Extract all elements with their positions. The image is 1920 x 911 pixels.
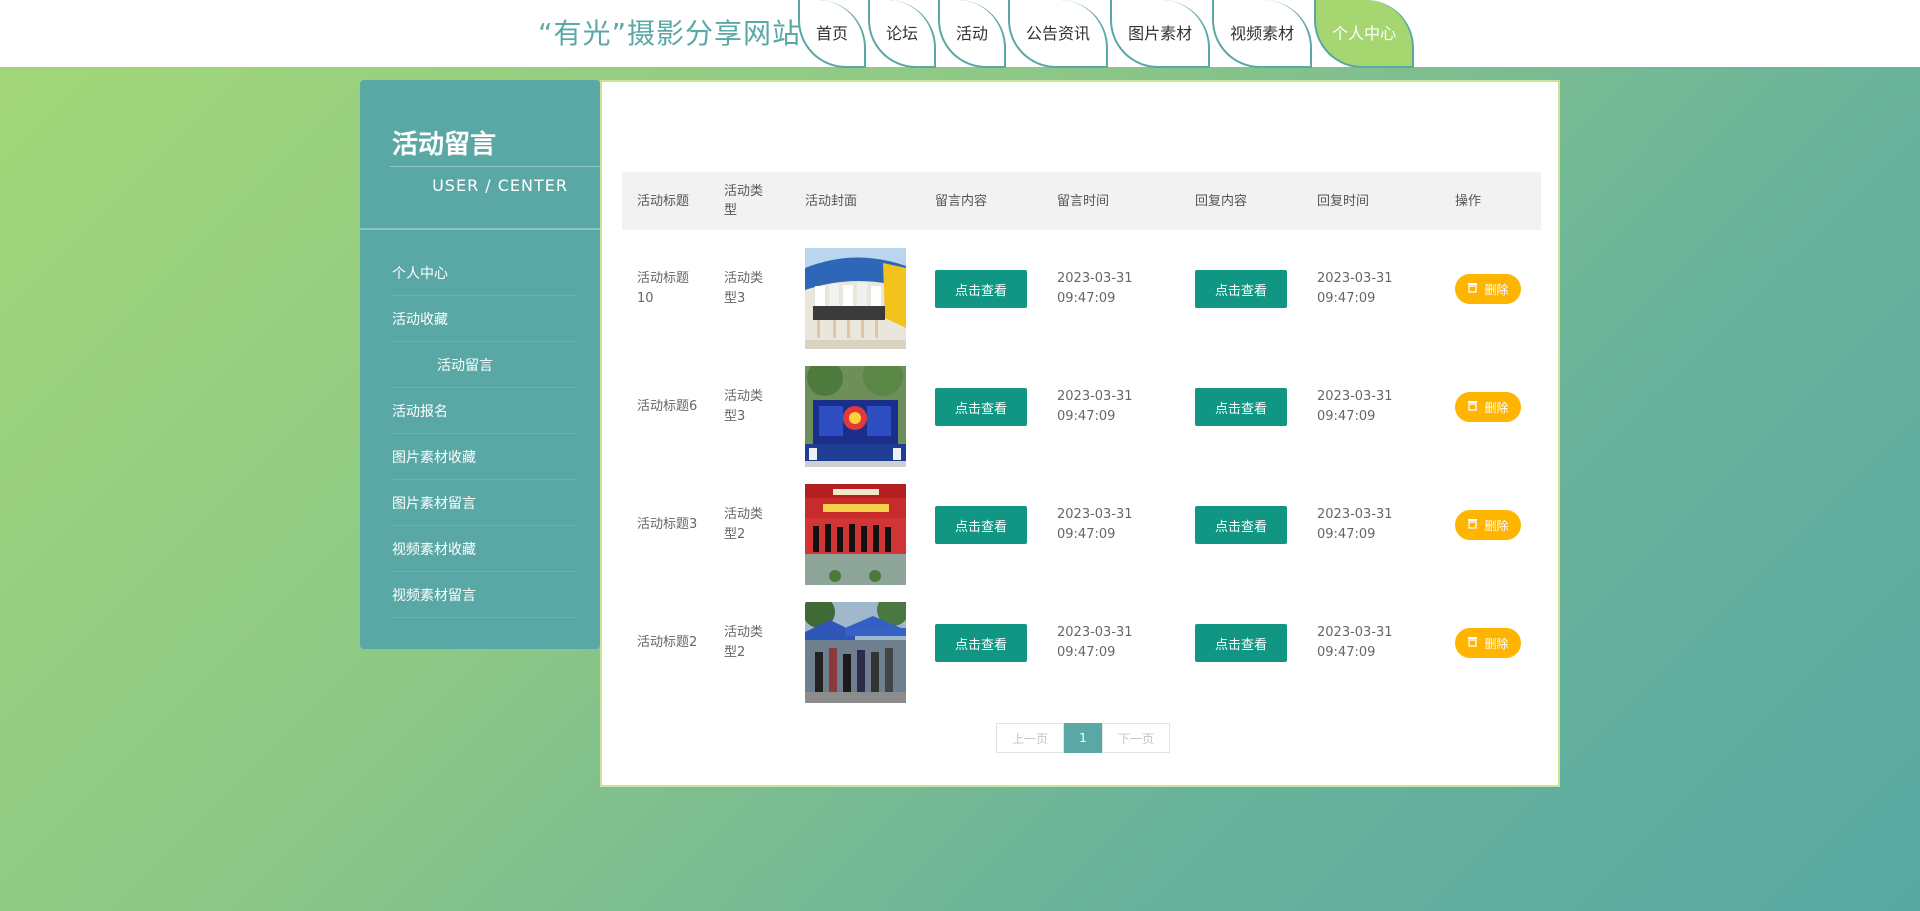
main-panel: 活动标题 活动类型 活动封面 留言内容 留言时间 回复内容 回复时间 操作 活动… xyxy=(600,80,1560,787)
cell-reply-time: 2023-03-31 09:47:09 xyxy=(1317,625,1393,660)
cell-title: 活动标题10 xyxy=(637,271,690,306)
activity-cover-image[interactable] xyxy=(805,602,906,703)
nav-user-center[interactable]: 个人中心 xyxy=(1314,0,1415,68)
table-header: 活动标题 活动类型 活动封面 留言内容 留言时间 回复内容 回复时间 操作 xyxy=(622,172,1541,230)
header-type: 活动类型 xyxy=(724,184,764,218)
cell-title: 活动标题2 xyxy=(637,635,698,650)
sidebar-item-activity-messages[interactable]: 活动留言 xyxy=(392,342,578,388)
nav-activity[interactable]: 活动 xyxy=(938,0,1007,68)
divider xyxy=(360,228,600,230)
performance-banner-photo xyxy=(805,484,906,585)
sidebar-subtitle: USER / CENTER xyxy=(432,176,568,195)
trash-icon xyxy=(1467,282,1478,296)
cell-message-time: 2023-03-31 09:47:09 xyxy=(1057,507,1133,542)
header-actions: 操作 xyxy=(1455,193,1482,209)
view-message-button[interactable]: 点击查看 xyxy=(935,270,1027,308)
sidebar-item-user-center[interactable]: 个人中心 xyxy=(392,250,578,296)
sidebar-menu: 个人中心 活动收藏 活动留言 活动报名 图片素材收藏 图片素材留言 视频素材收藏… xyxy=(360,250,600,618)
delete-label: 删除 xyxy=(1484,518,1509,533)
header-message: 留言内容 xyxy=(935,193,988,209)
view-reply-button[interactable]: 点击查看 xyxy=(1195,624,1287,662)
table-row: 活动标题3 活动类型2 点击查看 2023-03-31 09:47:09 点击查… xyxy=(622,466,1541,585)
header-cover: 活动封面 xyxy=(805,193,858,209)
cell-title: 活动标题3 xyxy=(637,517,698,532)
cell-message-time: 2023-03-31 09:47:09 xyxy=(1057,389,1133,424)
header-title: 活动标题 xyxy=(637,193,690,209)
cell-type: 活动类型2 xyxy=(724,625,764,660)
students-dancing-photo xyxy=(805,248,906,349)
activity-cover-image[interactable] xyxy=(805,248,906,349)
delete-label: 删除 xyxy=(1484,282,1509,297)
nav-label: 活动 xyxy=(956,24,989,43)
top-bar: “有光”摄影分享网站 首页 论坛 活动 公告资讯 图片素材 视频素材 个人中心 xyxy=(0,0,1920,68)
divider xyxy=(390,166,600,167)
nav-label: 公告资讯 xyxy=(1026,24,1091,43)
header-message-time: 留言时间 xyxy=(1057,193,1110,209)
nav-image-materials[interactable]: 图片素材 xyxy=(1110,0,1211,68)
sidebar-item-activity-signup[interactable]: 活动报名 xyxy=(392,388,578,434)
cell-type: 活动类型3 xyxy=(724,271,764,306)
nav-label: 图片素材 xyxy=(1128,24,1193,43)
activity-cover-image[interactable] xyxy=(805,484,906,585)
sidebar-item-image-favorites[interactable]: 图片素材收藏 xyxy=(392,434,578,480)
sidebar-item-video-messages[interactable]: 视频素材留言 xyxy=(392,572,578,618)
main-nav: 首页 论坛 活动 公告资讯 图片素材 视频素材 个人中心 xyxy=(798,0,1416,68)
trash-icon xyxy=(1467,636,1478,650)
trash-icon xyxy=(1467,518,1478,532)
nav-label: 个人中心 xyxy=(1332,24,1397,43)
nav-video-materials[interactable]: 视频素材 xyxy=(1212,0,1313,68)
delete-button[interactable]: 删除 xyxy=(1455,510,1521,540)
cell-reply-time: 2023-03-31 09:47:09 xyxy=(1317,507,1393,542)
activity-cover-image[interactable] xyxy=(805,366,906,467)
view-reply-button[interactable]: 点击查看 xyxy=(1195,270,1287,308)
delete-label: 删除 xyxy=(1484,636,1509,651)
view-message-button[interactable]: 点击查看 xyxy=(935,388,1027,426)
sidebar-title: 活动留言 xyxy=(392,130,497,160)
nav-news[interactable]: 公告资讯 xyxy=(1008,0,1109,68)
delete-label: 删除 xyxy=(1484,400,1509,415)
page-number-button[interactable]: 1 xyxy=(1064,723,1102,753)
nav-label: 首页 xyxy=(816,24,849,43)
site-title[interactable]: “有光”摄影分享网站 xyxy=(538,12,801,52)
cell-type: 活动类型2 xyxy=(724,507,764,542)
stage-event-photo xyxy=(805,366,906,467)
view-reply-button[interactable]: 点击查看 xyxy=(1195,388,1287,426)
pagination: 上一页 1 下一页 xyxy=(996,723,1170,753)
view-message-button[interactable]: 点击查看 xyxy=(935,506,1027,544)
sidebar-item-image-messages[interactable]: 图片素材留言 xyxy=(392,480,578,526)
sidebar: 活动留言 USER / CENTER 个人中心 活动收藏 活动留言 活动报名 图… xyxy=(360,80,600,649)
nav-label: 视频素材 xyxy=(1230,24,1295,43)
table-row: 活动标题6 活动类型3 点击查看 2023-03-31 09:47:09 点击查… xyxy=(622,348,1541,467)
header-reply-time: 回复时间 xyxy=(1317,193,1370,209)
view-reply-button[interactable]: 点击查看 xyxy=(1195,506,1287,544)
cell-message-time: 2023-03-31 09:47:09 xyxy=(1057,271,1133,306)
cell-type: 活动类型3 xyxy=(724,389,764,424)
nav-home[interactable]: 首页 xyxy=(798,0,867,68)
cell-reply-time: 2023-03-31 09:47:09 xyxy=(1317,271,1393,306)
cell-message-time: 2023-03-31 09:47:09 xyxy=(1057,625,1133,660)
table-row: 活动标题2 活动类型2 点击查看 2023-03-31 09:47:09 点击查… xyxy=(622,584,1541,703)
delete-button[interactable]: 删除 xyxy=(1455,392,1521,422)
table-row: 活动标题10 活动类型3 点击查看 2023-03-31 09:47:09 点击… xyxy=(622,230,1541,349)
next-page-button[interactable]: 下一页 xyxy=(1102,723,1170,753)
prev-page-button[interactable]: 上一页 xyxy=(996,723,1064,753)
sidebar-item-video-favorites[interactable]: 视频素材收藏 xyxy=(392,526,578,572)
tent-fair-photo xyxy=(805,602,906,703)
cell-reply-time: 2023-03-31 09:47:09 xyxy=(1317,389,1393,424)
nav-forum[interactable]: 论坛 xyxy=(868,0,937,68)
sidebar-item-activity-favorites[interactable]: 活动收藏 xyxy=(392,296,578,342)
header-reply: 回复内容 xyxy=(1195,193,1248,209)
view-message-button[interactable]: 点击查看 xyxy=(935,624,1027,662)
delete-button[interactable]: 删除 xyxy=(1455,628,1521,658)
trash-icon xyxy=(1467,400,1478,414)
cell-title: 活动标题6 xyxy=(637,399,698,414)
nav-label: 论坛 xyxy=(886,24,919,43)
delete-button[interactable]: 删除 xyxy=(1455,274,1521,304)
